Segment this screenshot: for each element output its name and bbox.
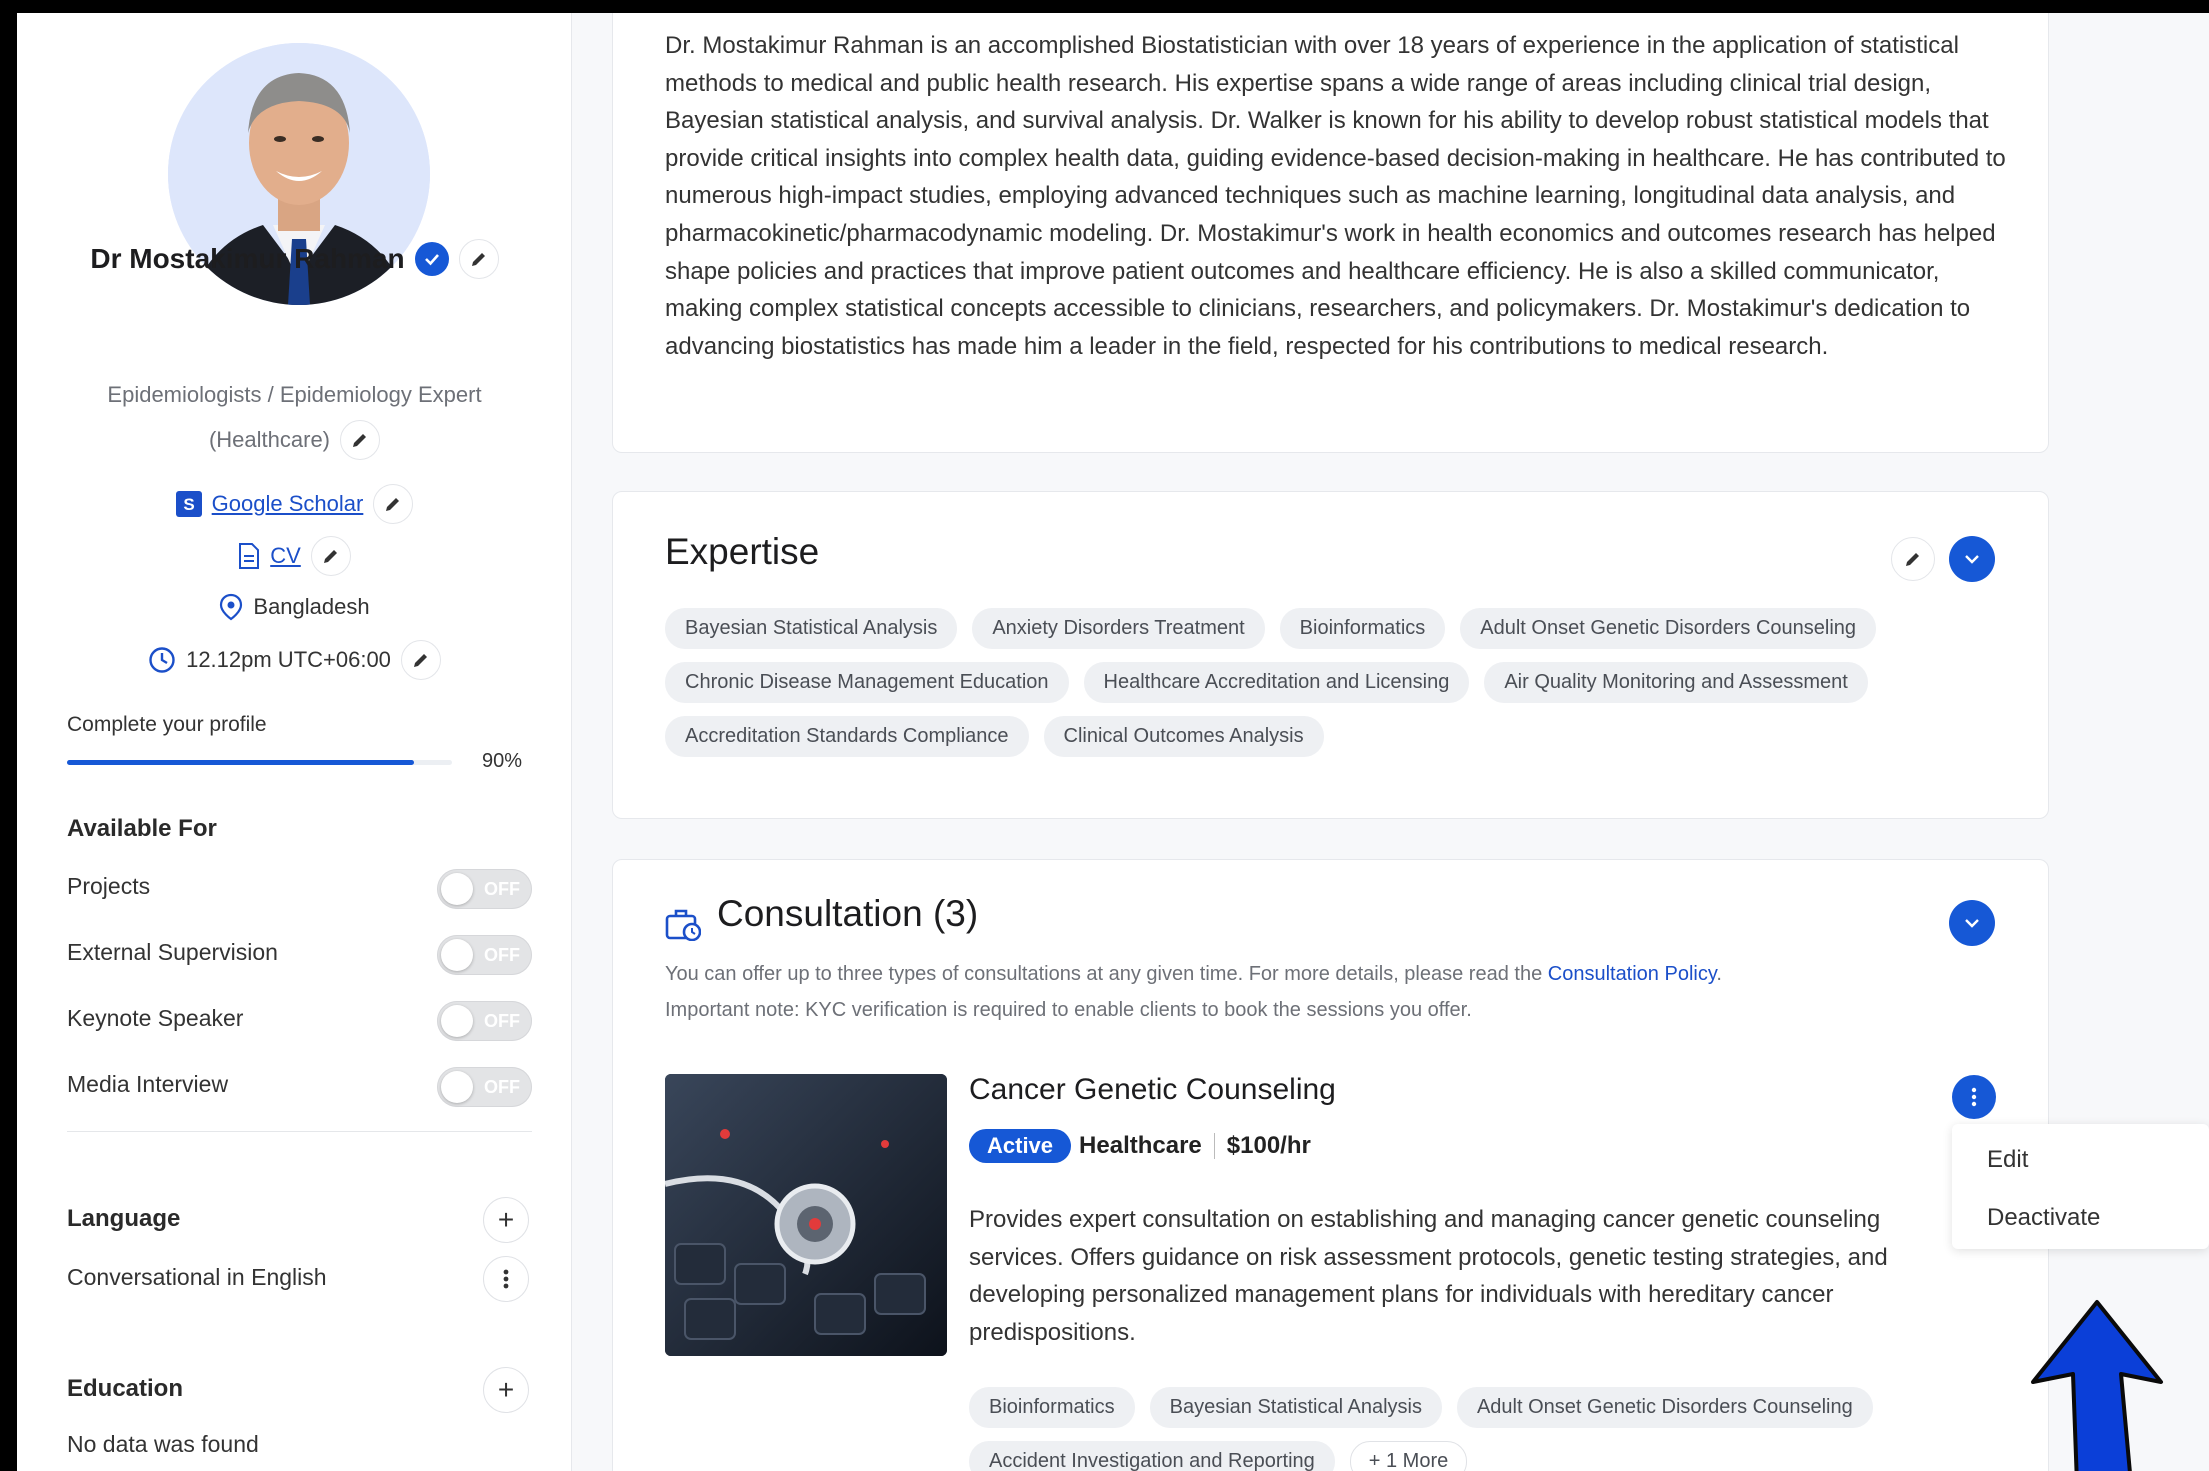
expertise-collapse-button[interactable] <box>1949 536 1995 582</box>
available-for-heading: Available For <box>67 815 217 842</box>
edit-timezone-button[interactable] <box>400 640 441 680</box>
consultation-category: Healthcare <box>1079 1132 1202 1159</box>
consultation-tag: Bioinformatics <box>969 1387 1135 1428</box>
consultation-tag: Accident Investigation and Reporting <box>969 1441 1335 1471</box>
kebab-icon <box>503 1269 509 1289</box>
local-time: 12.12pm UTC+06:00 <box>186 647 391 672</box>
pencil-icon <box>413 654 427 667</box>
menu-item-edit[interactable]: Edit <box>1987 1146 2028 1174</box>
edit-google-scholar-button[interactable] <box>373 484 414 524</box>
status-badge: Active <box>969 1129 1072 1163</box>
plus-icon: + <box>497 1374 515 1405</box>
completion-label: Complete your profile <box>67 713 267 736</box>
expertise-heading: Expertise <box>665 531 820 572</box>
bio-text: Dr. Mostakimur Rahman is an accomplished… <box>665 32 2006 360</box>
document-icon <box>239 543 260 569</box>
profile-name: Dr Mostakimur Rahman <box>90 243 405 274</box>
annotation-arrow-icon <box>2031 1300 2163 1471</box>
edit-name-button[interactable] <box>458 239 499 279</box>
location-pin-icon <box>220 593 243 621</box>
menu-item-deactivate[interactable]: Deactivate <box>1987 1204 2100 1232</box>
plus-icon: + <box>497 1204 515 1235</box>
google-scholar-icon: S <box>175 491 202 517</box>
projects-toggle[interactable]: OFF <box>437 869 532 909</box>
edit-title-button[interactable] <box>340 420 381 460</box>
expertise-tag: Anxiety Disorders Treatment <box>972 608 1265 649</box>
briefcase-clock-icon <box>665 909 701 941</box>
available-external-supervision-label: External Supervision <box>67 939 278 965</box>
svg-text:S: S <box>183 495 194 514</box>
kebab-icon <box>1971 1087 1977 1107</box>
chevron-down-icon <box>1965 919 1979 928</box>
expertise-tag: Chronic Disease Management Education <box>665 662 1069 703</box>
consultation-price: $100/hr <box>1226 1132 1311 1159</box>
google-scholar-row: S Google Scholar <box>17 484 572 524</box>
profile-title-category: (Healthcare) <box>208 427 331 452</box>
consultation-options-menu: Edit Deactivate <box>1952 1124 2209 1249</box>
consultation-image <box>665 1074 947 1356</box>
expertise-tag: Bayesian Statistical Analysis <box>665 608 958 649</box>
more-tags-button[interactable]: + 1 More <box>1349 1441 1468 1471</box>
chevron-down-icon <box>1965 555 1979 564</box>
profile-sidebar: Dr Mostakimur Rahman Epidemiologists / E… <box>17 13 572 1471</box>
available-media-interview-label: Media Interview <box>67 1071 229 1097</box>
external-supervision-toggle[interactable]: OFF <box>437 935 532 975</box>
pencil-icon <box>386 498 400 511</box>
expertise-tag: Air Quality Monitoring and Assessment <box>1484 662 1868 703</box>
profile-title: Epidemiologists / Epidemiology Expert <box>107 382 482 407</box>
kyc-note: Important note: KYC verification is requ… <box>665 999 1472 1021</box>
media-interview-toggle[interactable]: OFF <box>437 1067 532 1107</box>
expertise-tag: Clinical Outcomes Analysis <box>1043 716 1324 757</box>
consultation-policy-link[interactable]: Consultation Policy <box>1548 963 1717 985</box>
sidebar-divider <box>67 1131 532 1132</box>
title-row-1: Epidemiologists / Epidemiology Expert <box>17 382 572 408</box>
consultation-tag: Adult Onset Genetic Disorders Counseling <box>1456 1387 1873 1428</box>
location-row: Bangladesh <box>17 593 572 621</box>
pencil-icon <box>353 434 367 447</box>
consultation-tags: Bioinformatics Bayesian Statistical Anal… <box>969 1387 1929 1471</box>
time-row: 12.12pm UTC+06:00 <box>17 640 572 680</box>
location-text: Bangladesh <box>253 594 370 619</box>
google-scholar-link[interactable]: Google Scholar <box>212 491 364 517</box>
available-projects-label: Projects <box>67 873 151 899</box>
consultation-tag: Bayesian Statistical Analysis <box>1149 1387 1442 1428</box>
pencil-icon <box>471 253 485 266</box>
edit-expertise-button[interactable] <box>1891 537 1935 581</box>
expertise-tag: Healthcare Accreditation and Licensing <box>1083 662 1470 703</box>
expertise-tags: Bayesian Statistical Analysis Anxiety Di… <box>665 608 1965 757</box>
keynote-speaker-toggle[interactable]: OFF <box>437 1001 532 1041</box>
edit-cv-button[interactable] <box>310 536 351 576</box>
consultation-collapse-button[interactable] <box>1949 900 1995 946</box>
language-options-button[interactable] <box>483 1256 529 1302</box>
consultation-heading: Consultation (3) <box>717 893 979 934</box>
education-heading: Education <box>67 1375 184 1402</box>
education-empty-text: No data was found <box>67 1431 259 1457</box>
completion-percent: 90% <box>482 750 523 772</box>
available-keynote-speaker-label: Keynote Speaker <box>67 1005 244 1031</box>
cv-row: CV <box>17 536 572 576</box>
expertise-tag: Adult Onset Genetic Disorders Counseling <box>1460 608 1877 649</box>
language-heading: Language <box>67 1205 181 1232</box>
expertise-tag: Accreditation Standards Compliance <box>665 716 1029 757</box>
pencil-icon <box>1906 553 1919 566</box>
consultation-meta: Active Healthcare $100/hr <box>969 1129 1311 1163</box>
verified-icon <box>414 242 449 276</box>
consultation-options-button[interactable] <box>1952 1075 1996 1119</box>
consultation-title: Cancer Genetic Counseling <box>969 1073 1336 1106</box>
expertise-tag: Bioinformatics <box>1279 608 1446 649</box>
name-row: Dr Mostakimur Rahman <box>17 239 572 279</box>
pencil-icon <box>323 550 337 563</box>
cv-link[interactable]: CV <box>270 543 301 569</box>
clock-icon <box>149 647 175 673</box>
consultation-note: You can offer up to three types of consu… <box>665 963 1722 985</box>
title-row-2: (Healthcare) <box>17 420 572 460</box>
completion-progress-bar <box>67 760 452 765</box>
meta-separator <box>1213 1133 1215 1159</box>
add-language-button[interactable]: + <box>483 1197 529 1243</box>
consultation-description: Provides expert consultation on establis… <box>969 1206 1888 1346</box>
language-item: Conversational in English <box>67 1264 327 1290</box>
completion-progress-fill <box>67 760 414 765</box>
app-frame: Dr Mostakimur Rahman Epidemiologists / E… <box>17 13 2209 1471</box>
add-education-button[interactable]: + <box>483 1367 529 1413</box>
